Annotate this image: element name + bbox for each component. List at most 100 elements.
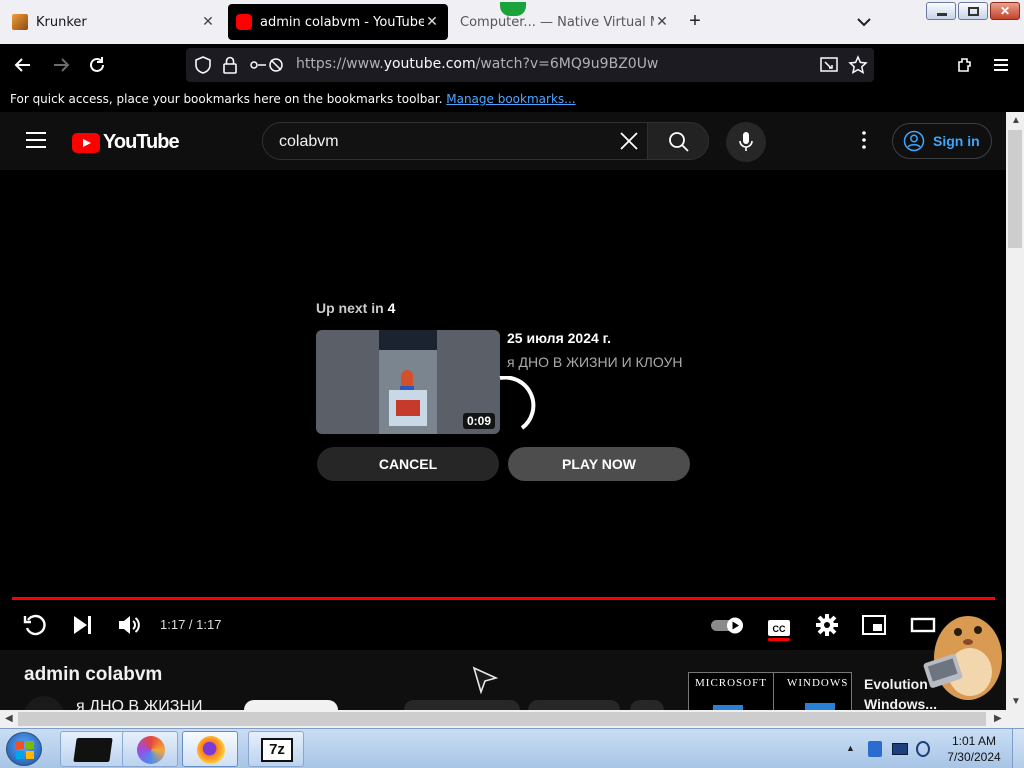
youtube-favicon-icon bbox=[236, 14, 252, 30]
search-input[interactable]: colabvm bbox=[262, 122, 648, 160]
video-details: admin colabvm я ДНО В ЖИЗНИ MICROSOFT WI… bbox=[0, 650, 1006, 710]
channel-name[interactable]: я ДНО В ЖИЗНИ bbox=[76, 698, 203, 710]
show-desktop-button[interactable] bbox=[1012, 729, 1024, 768]
up-next-countdown: 4 bbox=[387, 300, 396, 316]
volume-tray-icon[interactable] bbox=[916, 741, 930, 757]
miniplayer-icon[interactable] bbox=[861, 612, 887, 638]
recommended-video-thumbnail[interactable]: MICROSOFT WINDOWS bbox=[688, 672, 852, 710]
captions-button[interactable]: CC bbox=[766, 618, 792, 644]
tab-colabvm[interactable]: Computer... — Native Virtual Machi ✕ bbox=[452, 4, 678, 40]
lock-icon[interactable] bbox=[222, 56, 238, 74]
next-video-thumbnail[interactable]: 0:09 bbox=[316, 330, 500, 434]
up-next-label: Up next in 4 bbox=[316, 300, 396, 316]
7zip-icon: 7z bbox=[261, 738, 293, 762]
video-player[interactable]: Up next in 4 0:09 25 июля 2024 г. я ДНО … bbox=[0, 170, 1006, 650]
time-display: 1:17 / 1:17 bbox=[160, 617, 222, 632]
countdown-spinner-icon bbox=[499, 376, 536, 430]
clock-date: 7/30/2024 bbox=[947, 750, 1001, 764]
search-value: colabvm bbox=[279, 133, 339, 150]
taskbar-app-7zip[interactable]: 7z bbox=[248, 731, 304, 767]
windows-taskbar: 7z ▲ 1:01 AM 7/30/2024 bbox=[0, 728, 1024, 768]
taskbar-app-supermium[interactable] bbox=[122, 731, 178, 767]
horizontal-scrollbar[interactable]: ◀ ▶ bbox=[0, 710, 1024, 728]
settings-more-icon[interactable] bbox=[856, 130, 872, 150]
manage-bookmarks-link[interactable]: Manage bookmarks... bbox=[446, 92, 575, 106]
new-tab-button[interactable]: + bbox=[684, 10, 706, 32]
picture-in-picture-icon[interactable] bbox=[820, 57, 838, 73]
channel-avatar[interactable] bbox=[24, 696, 64, 710]
bookmarks-toolbar: For quick access, place your bookmarks h… bbox=[0, 86, 1024, 112]
tab-krunker[interactable]: Krunker ✕ bbox=[4, 4, 224, 40]
youtube-play-logo-icon bbox=[72, 132, 100, 153]
guide-menu-icon[interactable] bbox=[26, 132, 46, 148]
thumbnail-brand-microsoft: MICROSOFT bbox=[695, 677, 767, 689]
menu-icon[interactable] bbox=[990, 54, 1012, 76]
forward-icon[interactable] bbox=[50, 54, 72, 76]
close-tab-icon[interactable]: ✕ bbox=[424, 14, 440, 30]
close-tab-icon[interactable]: ✕ bbox=[200, 14, 216, 30]
extensions-icon[interactable] bbox=[954, 54, 976, 76]
next-video-channel: я ДНО В ЖИЗНИ И КЛОУН bbox=[507, 354, 683, 370]
tray-device-icon[interactable] bbox=[868, 741, 882, 757]
reload-icon[interactable] bbox=[86, 54, 108, 76]
replay-icon[interactable] bbox=[22, 612, 48, 638]
close-window-button[interactable]: ✕ bbox=[990, 2, 1020, 20]
minimize-button[interactable] bbox=[926, 2, 956, 20]
vertical-scrollbar[interactable]: ▲ ▼ bbox=[1006, 112, 1024, 712]
tab-title: Computer... — Native Virtual Machi bbox=[460, 14, 654, 30]
permissions-icon[interactable] bbox=[248, 56, 284, 74]
browser-orb-icon bbox=[137, 736, 165, 764]
firefox-icon bbox=[197, 736, 225, 764]
start-button[interactable] bbox=[6, 732, 42, 766]
progress-bar[interactable] bbox=[12, 597, 995, 600]
close-tab-icon[interactable]: ✕ bbox=[654, 14, 670, 30]
player-controls: 1:17 / 1:17 CC bbox=[0, 604, 1006, 650]
scroll-up-icon[interactable]: ▲ bbox=[1011, 115, 1021, 126]
shield-icon[interactable] bbox=[194, 56, 212, 74]
youtube-header: YouTube colabvm Sign in bbox=[0, 112, 1006, 170]
taskbar-app-terminal[interactable] bbox=[60, 731, 126, 767]
taskbar-clock[interactable]: 1:01 AM 7/30/2024 bbox=[944, 733, 1004, 765]
show-hidden-icons-icon[interactable]: ▲ bbox=[846, 743, 855, 753]
scroll-right-icon[interactable]: ▶ bbox=[994, 713, 1002, 724]
url-text: https://www.youtube.com/watch?v=6MQ9u9BZ… bbox=[296, 56, 659, 72]
settings-gear-icon[interactable] bbox=[814, 612, 840, 638]
thumbnail-brand-windows: WINDOWS bbox=[787, 677, 849, 689]
scrollbar-thumb[interactable] bbox=[1008, 130, 1022, 248]
scrollbar-thumb[interactable] bbox=[18, 712, 986, 726]
like-dislike-button[interactable] bbox=[404, 700, 520, 710]
tab-strip: Krunker ✕ admin colabvm - YouTube ✕ Comp… bbox=[0, 0, 1024, 44]
clear-search-icon[interactable] bbox=[619, 131, 639, 151]
subscribe-button[interactable] bbox=[244, 700, 338, 710]
address-bar[interactable]: https://www.youtube.com/watch?v=6MQ9u9BZ… bbox=[186, 48, 874, 82]
mouse-cursor-icon bbox=[472, 666, 498, 694]
youtube-logo[interactable]: YouTube bbox=[72, 131, 180, 154]
navigation-toolbar: https://www.youtube.com/watch?v=6MQ9u9BZ… bbox=[0, 44, 1024, 86]
taskbar-app-firefox[interactable] bbox=[182, 731, 238, 767]
network-icon[interactable] bbox=[892, 743, 908, 755]
windows-logo-icon bbox=[16, 741, 34, 759]
next-video-title[interactable]: 25 июля 2024 г. bbox=[507, 330, 611, 346]
tab-youtube[interactable]: admin colabvm - YouTube ✕ bbox=[228, 4, 448, 40]
autoplay-toggle-icon[interactable] bbox=[710, 612, 746, 638]
next-video-icon[interactable] bbox=[70, 612, 96, 638]
scroll-down-icon[interactable]: ▼ bbox=[1011, 696, 1021, 707]
restore-button[interactable] bbox=[958, 2, 988, 20]
cancel-autoplay-button[interactable]: CANCEL bbox=[317, 447, 499, 481]
search-button[interactable] bbox=[647, 122, 709, 160]
account-icon bbox=[903, 130, 925, 152]
more-actions-button[interactable] bbox=[630, 700, 664, 710]
bookmark-star-icon[interactable] bbox=[848, 55, 868, 75]
list-all-tabs-icon[interactable] bbox=[854, 12, 874, 32]
sign-in-button[interactable]: Sign in bbox=[892, 123, 992, 159]
voice-search-button[interactable] bbox=[726, 122, 766, 162]
microphone-icon bbox=[739, 132, 753, 151]
svg-text:CC: CC bbox=[773, 624, 786, 634]
volume-icon[interactable] bbox=[116, 612, 142, 638]
play-now-button[interactable]: PLAY NOW bbox=[508, 447, 690, 481]
back-icon[interactable] bbox=[12, 54, 34, 76]
krunker-favicon-icon bbox=[12, 14, 28, 30]
scroll-left-icon[interactable]: ◀ bbox=[5, 713, 13, 724]
clock-time: 1:01 AM bbox=[951, 734, 997, 748]
share-button[interactable] bbox=[528, 700, 620, 710]
